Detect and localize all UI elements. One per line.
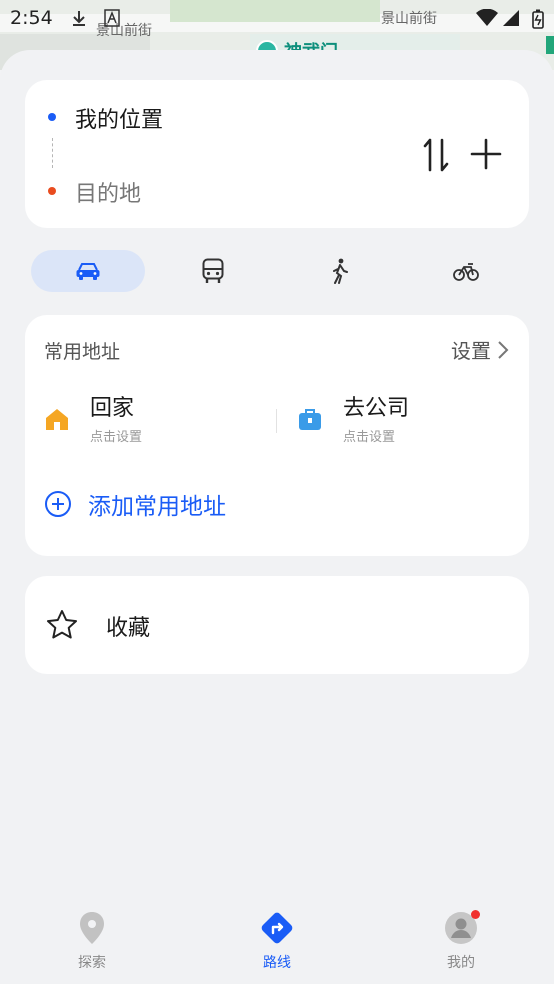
address-divider [276, 409, 277, 433]
nav-explore-label: 探索 [78, 955, 106, 971]
mode-bike-tab[interactable] [409, 250, 523, 292]
mode-bus-tab[interactable] [156, 250, 270, 292]
car-icon [76, 263, 100, 280]
origin-dot [48, 113, 56, 121]
favorites-label: 收藏 [106, 616, 151, 641]
battery-icon [532, 9, 544, 29]
nav-route-tab[interactable]: 路线 [237, 910, 317, 972]
origin-field[interactable]: 我的位置 [75, 102, 163, 134]
star-icon [47, 610, 77, 639]
map-edge-marker [546, 36, 554, 54]
add-common-address-button[interactable]: 添加常用地址 [44, 487, 226, 521]
home-hint: 点击设置 [90, 430, 143, 445]
nav-mine-label: 我的 [447, 955, 475, 971]
nav-mine-tab[interactable]: 我的 [421, 910, 501, 972]
address-settings-button[interactable]: 设置 [451, 335, 509, 364]
chevron-right-icon [498, 340, 509, 359]
status-time: 2:54 [10, 7, 53, 29]
font-a-icon [104, 9, 120, 27]
bottom-nav: 探索 路线 我的 [0, 896, 554, 984]
address-settings-label: 设置 [451, 339, 491, 363]
add-common-address-label: 添加常用地址 [88, 494, 226, 520]
add-circle-icon [45, 491, 71, 517]
work-hint: 点击设置 [343, 430, 396, 445]
swap-icon[interactable] [423, 138, 449, 172]
nav-route-label: 路线 [263, 955, 291, 971]
bus-icon [202, 258, 224, 283]
mode-car-tab[interactable] [31, 250, 145, 292]
route-diamond-icon [261, 912, 293, 944]
location-pin-icon [80, 912, 104, 944]
add-waypoint-icon[interactable] [470, 138, 502, 170]
home-label: 回家 [90, 396, 135, 421]
home-address-item[interactable]: 回家 点击设置 [44, 390, 264, 450]
status-bar: 2:54 [0, 0, 554, 36]
route-connector [52, 138, 53, 168]
home-icon [46, 409, 68, 430]
download-icon [73, 11, 85, 26]
destination-dot [48, 187, 56, 195]
signal-icon [503, 10, 519, 26]
wifi-icon [476, 9, 498, 26]
mode-walk-tab[interactable] [283, 250, 397, 292]
common-address-card: 常用地址 设置 回家 点击设置 去公司 点击设置 添加常用地址 [25, 315, 529, 556]
bike-icon [453, 263, 479, 281]
work-label: 去公司 [343, 396, 410, 421]
route-input-card: 我的位置 目的地 [25, 80, 529, 228]
common-address-title: 常用地址 [44, 341, 121, 363]
notification-badge [471, 910, 480, 919]
nav-explore-tab[interactable]: 探索 [52, 910, 132, 972]
route-panel: 我的位置 目的地 常用地址 设置 回家 点击设置 去公司 点击设置 添加常用地址… [0, 50, 554, 984]
favorites-card[interactable]: 收藏 [25, 576, 529, 674]
destination-field[interactable]: 目的地 [75, 176, 141, 208]
walk-icon [333, 258, 348, 284]
work-address-item[interactable]: 去公司 点击设置 [297, 390, 517, 450]
briefcase-icon [299, 409, 321, 430]
